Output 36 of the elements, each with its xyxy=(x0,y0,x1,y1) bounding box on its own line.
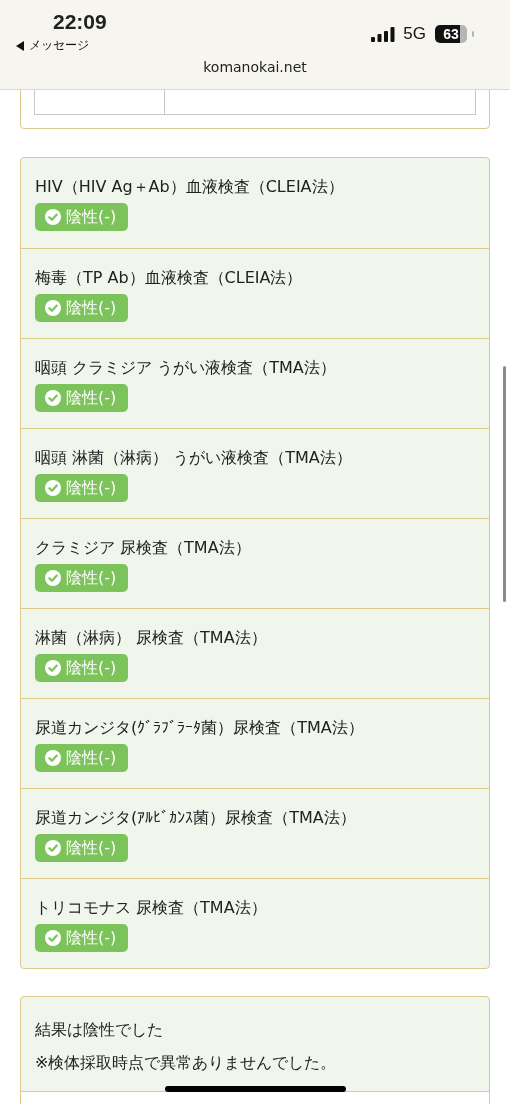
clock-time: 22:09 xyxy=(53,10,107,34)
url-text[interactable]: komanokai.net xyxy=(195,58,315,76)
result-badge: 陰性(-) xyxy=(35,834,129,862)
check-circle-icon xyxy=(45,660,61,676)
test-name: HIV（HIV Ag＋Ab）血液検査（CLEIA法） xyxy=(35,176,345,198)
check-circle-icon xyxy=(45,570,61,586)
result-badge: 陰性(-) xyxy=(35,654,129,682)
result-badge: 陰性(-) xyxy=(35,474,129,502)
network-label: 5G xyxy=(403,24,426,44)
test-name: 咽頭 クラミジア うがい液検査（TMA法） xyxy=(35,357,337,379)
test-name: 尿道カンジタ(ｸﾞﾗﾌﾞﾗｰﾀ菌）尿検査（TMA法） xyxy=(35,717,365,739)
test-name: 咽頭 淋菌（淋病） うがい液検査（TMA法） xyxy=(35,447,353,469)
check-circle-icon xyxy=(45,300,61,316)
test-name: 梅毒（TP Ab）血液検査（CLEIA法） xyxy=(35,267,304,289)
check-circle-icon xyxy=(45,840,61,856)
result-badge: 陰性(-) xyxy=(35,744,129,772)
check-circle-icon xyxy=(45,480,61,496)
back-triangle-icon xyxy=(16,40,25,51)
result-badge: 陰性(-) xyxy=(35,564,129,592)
check-circle-icon xyxy=(45,209,61,225)
test-name: 尿道カンジタ(ｱﾙﾋﾞｶﾝｽ菌）尿検査（TMA法） xyxy=(35,807,357,829)
result-badge: 陰性(-) xyxy=(35,384,129,412)
result-badge: 陰性(-) xyxy=(35,294,129,322)
check-circle-icon xyxy=(45,750,61,766)
test-name: 淋菌（淋病） 尿検査（TMA法） xyxy=(35,627,268,649)
battery-indicator: 63 xyxy=(435,25,467,43)
check-circle-icon xyxy=(45,930,61,946)
back-link[interactable]: メッセージ xyxy=(16,37,107,54)
summary-text: 結果は陰性でした xyxy=(35,1019,164,1041)
result-badge: 陰性(-) xyxy=(35,924,129,952)
check-circle-icon xyxy=(45,390,61,406)
summary-text: ※検体採取時点で異常ありませんでした。 xyxy=(35,1052,338,1074)
result-badge: 陰性(-) xyxy=(35,203,129,231)
test-name: クラミジア 尿検査（TMA法） xyxy=(35,537,252,559)
test-name: トリコモナス 尿検査（TMA法） xyxy=(35,897,268,919)
signal-icon xyxy=(371,26,396,42)
